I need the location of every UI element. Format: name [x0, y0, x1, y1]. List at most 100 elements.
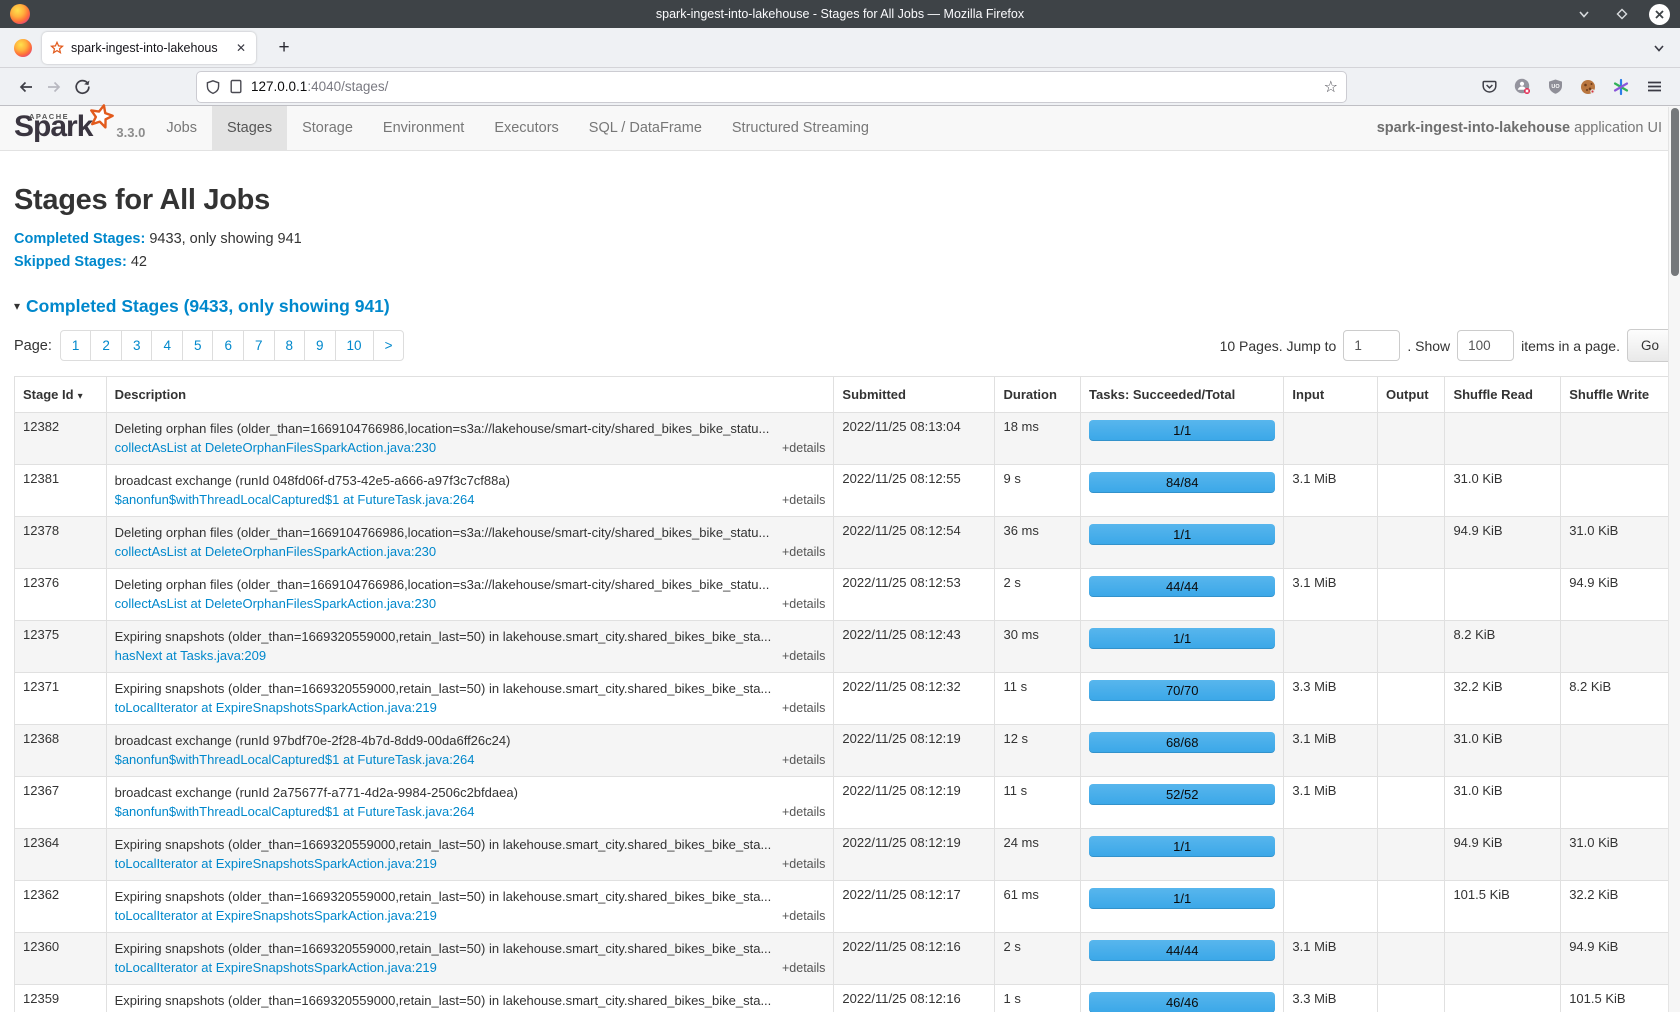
column-header-stage-id[interactable]: Stage Id▾ [15, 377, 107, 413]
items-per-page-input[interactable] [1457, 330, 1514, 361]
details-toggle[interactable]: +details [782, 491, 825, 510]
cookie-extension-icon[interactable] [1574, 73, 1602, 101]
page-button-7[interactable]: 7 [244, 330, 275, 361]
stage-detail-link[interactable]: toLocalIterator at ExpireSnapshotsSparkA… [115, 906, 437, 925]
nav-item-sql-dataframe[interactable]: SQL / DataFrame [574, 106, 717, 150]
stage-detail-link[interactable]: hasNext at Tasks.java:209 [115, 646, 267, 665]
stage-detail-link[interactable]: collectAsList at DeleteOrphanFilesSparkA… [115, 594, 437, 613]
list-tabs-icon[interactable] [1648, 37, 1670, 59]
shuffle-read-cell [1445, 985, 1561, 1012]
output-cell [1378, 465, 1445, 517]
column-header-tasks-succeeded-total[interactable]: Tasks: Succeeded/Total [1081, 377, 1284, 413]
details-toggle[interactable]: +details [782, 855, 825, 874]
page-link[interactable]: 6 [212, 330, 244, 361]
firefox-view-icon[interactable] [14, 39, 32, 57]
scrollbar-thumb[interactable] [1671, 108, 1679, 276]
page-button-3[interactable]: 3 [122, 330, 153, 361]
nav-item-storage[interactable]: Storage [287, 106, 368, 150]
details-toggle[interactable]: +details [782, 543, 825, 562]
nav-link[interactable]: Stages [212, 106, 287, 150]
window-maximize-icon[interactable] [1611, 3, 1633, 25]
page-title: Stages for All Jobs [14, 184, 1673, 217]
url-text[interactable]: 127.0.0.1:4040/stages/ [251, 79, 1316, 94]
page-button-9[interactable]: 9 [305, 330, 336, 361]
column-header-output[interactable]: Output [1378, 377, 1445, 413]
nav-link[interactable]: Structured Streaming [717, 106, 884, 150]
nav-link[interactable]: Executors [479, 106, 573, 150]
stage-detail-link[interactable]: toLocalIterator at ExpireSnapshotsSparkA… [115, 698, 437, 717]
stage-detail-link[interactable]: $anonfun$withThreadLocalCaptured$1 at Fu… [115, 802, 475, 821]
column-header-input[interactable]: Input [1284, 377, 1378, 413]
page-button-1[interactable]: 1 [60, 330, 92, 361]
back-button[interactable] [12, 73, 40, 101]
page-button-2[interactable]: 2 [91, 330, 122, 361]
page-button-8[interactable]: 8 [275, 330, 306, 361]
forward-button[interactable] [40, 73, 68, 101]
details-toggle[interactable]: +details [782, 959, 825, 978]
column-header-shuffle-write[interactable]: Shuffle Write [1561, 377, 1673, 413]
column-header-duration[interactable]: Duration [995, 377, 1081, 413]
page-button-6[interactable]: 6 [213, 330, 244, 361]
color-asterisk-extension-icon[interactable] [1607, 73, 1635, 101]
stage-detail-link[interactable]: $anonfun$withThreadLocalCaptured$1 at Fu… [115, 750, 475, 769]
page-link[interactable]: 2 [90, 330, 122, 361]
jump-to-page-input[interactable] [1343, 330, 1400, 361]
details-toggle[interactable]: +details [782, 907, 825, 926]
nav-link[interactable]: Jobs [151, 106, 212, 150]
page-button-4[interactable]: 4 [152, 330, 183, 361]
nav-link[interactable]: SQL / DataFrame [574, 106, 717, 150]
spark-logo[interactable]: APACHE Spark [14, 108, 108, 146]
page-link[interactable]: 7 [243, 330, 275, 361]
nav-link[interactable]: Storage [287, 106, 368, 150]
details-toggle[interactable]: +details [782, 751, 825, 770]
new-tab-button[interactable]: + [270, 37, 298, 59]
completed-stages-section-toggle[interactable]: ▾Completed Stages (9433, only showing 94… [14, 296, 1673, 317]
next-page-button[interactable]: > [374, 330, 405, 361]
page-link[interactable]: 8 [274, 330, 306, 361]
menu-hamburger-icon[interactable] [1640, 73, 1668, 101]
window-close-icon[interactable] [1649, 4, 1670, 25]
details-toggle[interactable]: +details [782, 439, 825, 458]
page-button-10[interactable]: 10 [336, 330, 374, 361]
tracking-shield-icon[interactable] [205, 79, 221, 95]
page-link[interactable]: 3 [121, 330, 153, 361]
browser-tab[interactable]: spark-ingest-into-lakehous ✕ [42, 32, 256, 64]
page-button-5[interactable]: 5 [183, 330, 214, 361]
nav-link[interactable]: Environment [368, 106, 479, 150]
details-toggle[interactable]: +details [782, 699, 825, 718]
details-toggle[interactable]: +details [782, 647, 825, 666]
nav-item-jobs[interactable]: Jobs [151, 106, 212, 150]
page-link[interactable]: 10 [335, 330, 374, 361]
stage-detail-link[interactable]: toLocalIterator at ExpireSnapshotsSparkA… [115, 854, 437, 873]
bookmark-star-icon[interactable]: ☆ [1324, 77, 1338, 97]
nav-item-stages[interactable]: Stages [212, 106, 287, 150]
window-minimize-icon[interactable] [1573, 3, 1595, 25]
page-link[interactable]: 1 [60, 330, 92, 361]
stage-detail-link[interactable]: toLocalIterator at ExpireSnapshotsSparkA… [115, 958, 437, 977]
stage-detail-link[interactable]: collectAsList at DeleteOrphanFilesSparkA… [115, 438, 437, 457]
ublock-origin-icon[interactable]: UO [1541, 73, 1569, 101]
pocket-icon[interactable] [1475, 73, 1503, 101]
privacy-extension-icon[interactable] [1508, 73, 1536, 101]
nav-item-environment[interactable]: Environment [368, 106, 479, 150]
details-toggle[interactable]: +details [782, 595, 825, 614]
stage-detail-link[interactable]: collectAsList at DeleteOrphanFilesSparkA… [115, 542, 437, 561]
nav-item-structured-streaming[interactable]: Structured Streaming [717, 106, 884, 150]
stage-detail-link[interactable]: $anonfun$withThreadLocalCaptured$1 at Fu… [115, 490, 475, 509]
url-bar[interactable]: 127.0.0.1:4040/stages/ ☆ [196, 71, 1347, 103]
reload-button[interactable] [68, 73, 96, 101]
tab-close-icon[interactable]: ✕ [234, 41, 248, 55]
column-header-description[interactable]: Description [106, 377, 834, 413]
details-toggle[interactable]: +details [782, 803, 825, 822]
column-header-submitted[interactable]: Submitted [834, 377, 995, 413]
page-info-icon[interactable] [229, 79, 243, 94]
page-link[interactable]: > [373, 330, 405, 361]
submitted-cell: 2022/11/25 08:12:53 [834, 569, 995, 621]
vertical-scrollbar[interactable] [1668, 107, 1680, 1012]
nav-item-executors[interactable]: Executors [479, 106, 573, 150]
page-link[interactable]: 9 [304, 330, 336, 361]
page-link[interactable]: 4 [151, 330, 183, 361]
column-header-shuffle-read[interactable]: Shuffle Read [1445, 377, 1561, 413]
go-button[interactable]: Go [1627, 329, 1673, 362]
page-link[interactable]: 5 [182, 330, 214, 361]
